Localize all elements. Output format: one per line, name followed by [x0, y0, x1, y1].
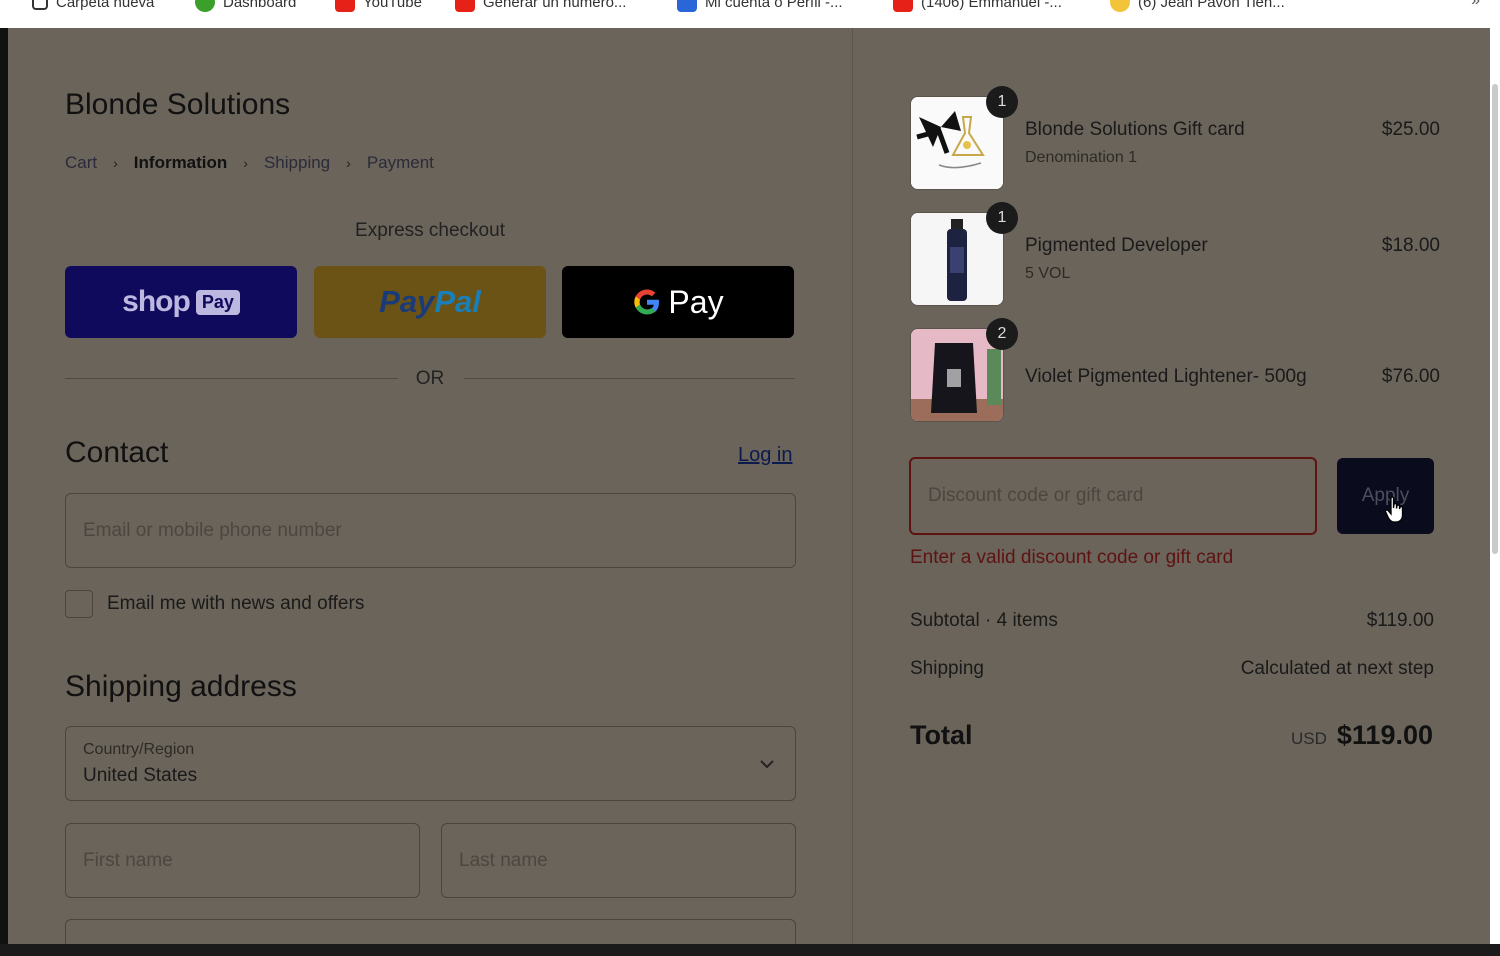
- bookmark-dashboard[interactable]: Dashboard: [195, 0, 296, 12]
- last-name-field[interactable]: [441, 823, 796, 898]
- currency-code: USD: [1290, 729, 1327, 748]
- total-value: $119.00: [1336, 720, 1433, 750]
- line-item: 1 Pigmented Developer 5 VOL $18.00: [910, 202, 1440, 308]
- item-variant: 5 VOL: [1025, 265, 1071, 282]
- country-label: Country/Region: [83, 741, 195, 758]
- or-divider: OR: [65, 368, 795, 390]
- hand-cursor-icon: [1384, 496, 1406, 529]
- item-price: $18.00: [1381, 235, 1440, 256]
- item-name: Violet Pigmented Lightener- 500g: [1025, 366, 1307, 387]
- breadcrumb-cart[interactable]: Cart: [65, 153, 97, 173]
- or-text: OR: [415, 368, 445, 389]
- subtotal-label: Subtotal · 4 items: [910, 610, 1058, 631]
- scrollbar[interactable]: [1490, 28, 1500, 944]
- google-g-icon: [634, 289, 660, 315]
- item-variant: Denomination 1: [1025, 149, 1138, 166]
- first-name-field[interactable]: [65, 823, 420, 898]
- more-bookmarks-icon[interactable]: »: [1471, 0, 1480, 10]
- bookmark-emmanuel[interactable]: (1406) Emmanuel -...: [893, 0, 1062, 12]
- paypal-button[interactable]: Pay Pal: [314, 266, 546, 338]
- paypal-logo-pay: Pay: [379, 284, 435, 319]
- google-pay-button[interactable]: Pay: [562, 266, 794, 338]
- bank-icon: [677, 0, 697, 12]
- bookmark-jean-pavon[interactable]: (6) Jean Pavon Tien...: [1110, 0, 1285, 12]
- chevron-right-icon: ›: [346, 155, 351, 171]
- item-name: Blonde Solutions Gift card: [1025, 119, 1245, 140]
- bookmarks-bar: Carpeta nueva Dashboard YouTube Generar …: [0, 0, 1500, 28]
- subtotal-value: $119.00: [1366, 610, 1434, 631]
- shipping-label: Shipping: [910, 658, 984, 679]
- shop-pay-logo: shop: [122, 285, 191, 318]
- chevron-right-icon: ›: [243, 155, 248, 171]
- country-select[interactable]: Country/Region United States: [65, 726, 796, 801]
- discount-error-message: Enter a valid discount code or gift card: [910, 547, 1234, 568]
- last-name-input[interactable]: [442, 824, 795, 897]
- order-summary: 1 Blonde Solutions Gift card Denominatio…: [853, 28, 1490, 944]
- store-title[interactable]: Blonde Solutions: [65, 88, 290, 122]
- bookmark-mi-cuenta[interactable]: Mi cuenta o Perfil -...: [677, 0, 843, 12]
- chevron-right-icon: ›: [113, 155, 118, 171]
- youtube-icon: [335, 0, 355, 12]
- breadcrumb-shipping: Shipping: [263, 153, 331, 172]
- scrollbar-thumb[interactable]: [1492, 84, 1498, 554]
- breadcrumb: Cart › Information › Shipping › Payment: [65, 153, 434, 173]
- window-edge: [0, 28, 8, 944]
- paypal-logo-pal: Pal: [434, 284, 481, 319]
- shipping-value: Calculated at next step: [1240, 658, 1434, 679]
- email-input[interactable]: [66, 494, 795, 567]
- chevron-down-icon: [759, 753, 775, 774]
- bookmark-generar[interactable]: Generar un número...: [455, 0, 626, 12]
- taskbar-edge: [0, 944, 1500, 956]
- quantity-badge: 2: [986, 318, 1018, 350]
- breadcrumb-information: Information: [133, 153, 228, 172]
- contact-heading: Contact: [65, 436, 169, 469]
- newsletter-label: Email me with news and offers: [107, 593, 365, 614]
- divider-line: [464, 378, 795, 379]
- quantity-badge: 1: [986, 202, 1018, 234]
- item-name: Pigmented Developer: [1025, 235, 1208, 256]
- line-item: 1 Blonde Solutions Gift card Denominatio…: [910, 86, 1440, 192]
- item-price: $25.00: [1381, 119, 1440, 140]
- bookmark-carpeta-nueva[interactable]: Carpeta nueva: [32, 0, 154, 12]
- total-amount: USD $119.00: [1291, 720, 1433, 751]
- youtube-icon: [893, 0, 913, 12]
- shop-pay-badge: Pay: [195, 289, 240, 315]
- folder-icon: [32, 0, 48, 10]
- checkout-page: Blonde Solutions Cart › Information › Sh…: [8, 28, 1490, 944]
- shipping-row: Shipping Calculated at next step: [910, 658, 1434, 680]
- login-link[interactable]: Log in: [738, 444, 793, 467]
- address-field[interactable]: [65, 919, 796, 944]
- newsletter-option[interactable]: Email me with news and offers: [65, 590, 364, 618]
- item-price: $76.00: [1381, 366, 1440, 387]
- emoji-icon: [1110, 0, 1130, 12]
- country-value: United States: [83, 765, 198, 786]
- bookmark-youtube[interactable]: YouTube: [335, 0, 422, 12]
- breadcrumb-payment: Payment: [366, 153, 434, 172]
- newsletter-checkbox[interactable]: [65, 590, 93, 618]
- discount-field[interactable]: [909, 457, 1317, 535]
- email-field[interactable]: [65, 493, 796, 568]
- first-name-input[interactable]: [66, 824, 419, 897]
- checkout-main: Blonde Solutions Cart › Information › Sh…: [8, 28, 853, 944]
- shop-pay-button[interactable]: shop Pay: [65, 266, 297, 338]
- shipping-address-heading: Shipping address: [65, 670, 297, 703]
- flipkart-icon: [455, 0, 475, 12]
- quantity-badge: 1: [986, 86, 1018, 118]
- google-pay-label: Pay: [668, 283, 724, 320]
- line-item: 2 Violet Pigmented Lightener- 500g $76.0…: [910, 318, 1440, 424]
- dashboard-icon: [195, 0, 215, 12]
- discount-input[interactable]: [911, 459, 1315, 533]
- express-checkout-label: Express checkout: [355, 220, 505, 241]
- subtotal-row: Subtotal · 4 items $119.00: [910, 610, 1434, 632]
- total-label: Total: [910, 720, 973, 750]
